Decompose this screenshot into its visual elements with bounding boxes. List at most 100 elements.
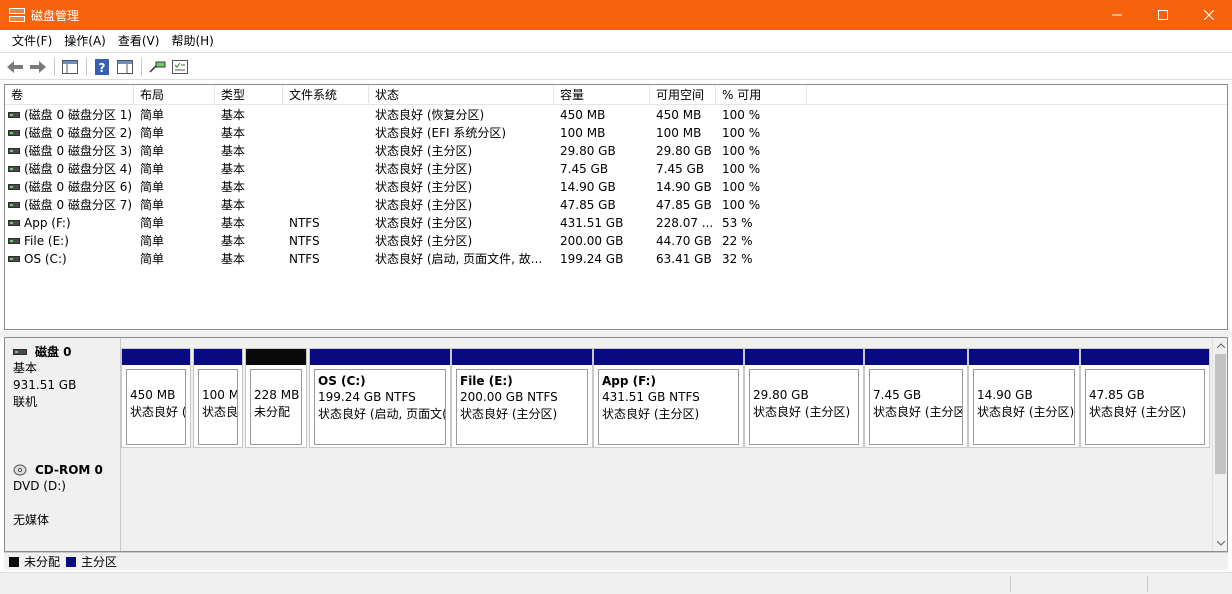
partition-status: 未分配 — [254, 405, 291, 419]
properties-icon — [117, 59, 133, 74]
cell-free-space: 14.90 GB — [656, 180, 712, 194]
disk-0-name: 磁盘 0 — [35, 345, 72, 359]
volume-row[interactable]: (磁盘 0 磁盘分区 6) 简单 基本 状态良好 (主分区) 14.90 GB 14.90… — [5, 178, 1227, 196]
cell-free-space: 44.70 GB — [656, 234, 712, 248]
scroll-up-button[interactable] — [1213, 338, 1227, 353]
cell-filesystem — [283, 124, 369, 142]
cell-free-space: 100 MB — [656, 126, 702, 140]
cell-percent-free: 22 % — [722, 234, 753, 248]
cell-layout: 简单 — [140, 180, 165, 194]
close-button[interactable] — [1186, 0, 1232, 30]
forward-icon — [30, 60, 46, 73]
volume-row[interactable]: (磁盘 0 磁盘分区 3) 简单 基本 状态良好 (主分区) 29.80 GB 29.80… — [5, 142, 1227, 160]
disk-0-type: 基本 — [13, 361, 38, 375]
forward-button[interactable] — [28, 57, 48, 77]
cell-free-space: 47.85 GB — [656, 198, 712, 212]
scroll-thumb[interactable] — [1215, 354, 1226, 474]
volume-row[interactable]: (磁盘 0 磁盘分区 4) 简单 基本 状态良好 (主分区) 7.45 GB 7.45 G… — [5, 160, 1227, 178]
cell-type: 基本 — [221, 180, 246, 194]
menu-view[interactable]: 查看(V) — [112, 30, 166, 53]
properties-button[interactable] — [115, 57, 135, 77]
volume-row[interactable]: OS (C:) 简单 基本 NTFS 状态良好 (启动, 页面文件, 故... 199.2… — [5, 250, 1227, 268]
disk-management-icon — [9, 8, 25, 22]
minimize-button[interactable] — [1094, 0, 1140, 30]
cell-percent-free: 100 % — [722, 144, 761, 158]
partition-block[interactable]: 47.85 GB 状态良好 (主分区) — [1080, 348, 1210, 448]
cell-status: 状态良好 (主分区) — [375, 144, 473, 158]
console-tree-button[interactable] — [60, 57, 80, 77]
volume-list[interactable]: 卷 布局 类型 文件系统 状态 容量 可用空间 % 可用 (磁盘 0 磁盘分区 … — [4, 84, 1228, 330]
cell-capacity: 14.90 GB — [560, 180, 616, 194]
column-percent-free[interactable]: % 可用 — [716, 85, 807, 105]
primary-partition-bar — [1081, 349, 1209, 365]
volume-row[interactable]: (磁盘 0 磁盘分区 1) 简单 基本 状态良好 (恢复分区) 450 MB 450 MB… — [5, 106, 1227, 124]
cell-filesystem — [283, 160, 369, 178]
column-free-space[interactable]: 可用空间 — [650, 85, 716, 105]
cell-type: 基本 — [221, 252, 246, 266]
chevron-down-icon — [1216, 541, 1225, 546]
partition-size: 199.24 GB NTFS — [318, 390, 416, 404]
column-layout[interactable]: 布局 — [134, 85, 215, 105]
cell-capacity: 199.24 GB — [560, 252, 624, 266]
volume-row[interactable]: File (E:) 简单 基本 NTFS 状态良好 (主分区) 200.00 GB 44.7… — [5, 232, 1227, 250]
volume-row[interactable]: (磁盘 0 磁盘分区 7) 简单 基本 状态良好 (主分区) 47.85 GB 47.85… — [5, 196, 1227, 214]
primary-partition-bar — [122, 349, 190, 365]
cell-layout: 简单 — [140, 144, 165, 158]
partition-title: OS (C:) — [318, 374, 366, 388]
partition-block[interactable]: 7.45 GB 状态良好 (主分区 — [864, 348, 968, 448]
partition-block[interactable]: 100 M 状态良 — [193, 348, 243, 448]
partition-block[interactable]: 450 MB 状态良好 ( — [121, 348, 191, 448]
cdrom-icon — [13, 464, 27, 476]
scroll-down-button[interactable] — [1213, 536, 1227, 551]
help-button[interactable]: ? — [92, 57, 112, 77]
disk-0-status: 联机 — [13, 395, 38, 409]
column-capacity[interactable]: 容量 — [554, 85, 650, 105]
partition-size: 431.51 GB NTFS — [602, 390, 700, 404]
partition-size: 228 MB — [254, 388, 300, 402]
cell-filesystem — [283, 178, 369, 196]
back-button[interactable] — [5, 57, 25, 77]
cdrom-0-label[interactable]: CD-ROM 0 DVD (D:) 无媒体 — [5, 456, 121, 551]
primary-partition-bar — [745, 349, 863, 365]
cell-free-space: 228.07 ... — [656, 216, 714, 230]
partition-block[interactable]: 228 MB 未分配 — [245, 348, 307, 448]
column-status[interactable]: 状态 — [369, 85, 554, 105]
menu-file[interactable]: 文件(F) — [6, 30, 58, 53]
disk-0-label[interactable]: 磁盘 0 基本 931.51 GB 联机 — [5, 338, 121, 456]
volume-row[interactable]: (磁盘 0 磁盘分区 2) 简单 基本 状态良好 (EFI 系统分区) 100 MB 10… — [5, 124, 1227, 142]
cell-percent-free: 100 % — [722, 108, 761, 122]
cell-type: 基本 — [221, 126, 246, 140]
partition-status: 状态良好 (主分区) — [460, 407, 558, 421]
partition-block[interactable]: OS (C:) 199.24 GB NTFS 状态良好 (启动, 页面文( — [309, 348, 451, 448]
partition-size: 100 M — [202, 388, 238, 402]
cell-capacity: 7.45 GB — [560, 162, 609, 176]
cell-capacity: 47.85 GB — [560, 198, 616, 212]
partition-block[interactable]: App (F:) 431.51 GB NTFS 状态良好 (主分区) — [593, 348, 744, 448]
partition-block[interactable]: 14.90 GB 状态良好 (主分区) — [968, 348, 1080, 448]
checklist-button[interactable] — [170, 57, 190, 77]
cell-layout: 简单 — [140, 126, 165, 140]
menu-action[interactable]: 操作(A) — [58, 30, 112, 53]
menu-help[interactable]: 帮助(H) — [165, 30, 219, 53]
partition-block[interactable]: File (E:) 200.00 GB NTFS 状态良好 (主分区) — [451, 348, 593, 448]
column-filesystem[interactable]: 文件系统 — [283, 85, 369, 105]
partition-status: 状态良好 (主分区 — [873, 405, 963, 419]
cell-percent-free: 100 % — [722, 180, 761, 194]
cell-filesystem — [283, 142, 369, 160]
volume-row[interactable]: App (F:) 简单 基本 NTFS 状态良好 (主分区) 431.51 GB 228.0… — [5, 214, 1227, 232]
column-type[interactable]: 类型 — [215, 85, 283, 105]
cell-volume: (磁盘 0 磁盘分区 7) — [5, 196, 134, 214]
vertical-scrollbar[interactable] — [1212, 338, 1227, 551]
rescan-button[interactable] — [147, 57, 167, 77]
console-tree-icon — [62, 59, 78, 74]
disk-graphical-view: 磁盘 0 基本 931.51 GB 联机 450 MB 状态良好 (100 M 状态… — [4, 337, 1228, 552]
cell-percent-free: 100 % — [722, 162, 761, 176]
volume-icon — [8, 255, 20, 262]
partition-status: 状态良好 (主分区) — [602, 407, 700, 421]
cell-status: 状态良好 (主分区) — [375, 198, 473, 212]
maximize-button[interactable] — [1140, 0, 1186, 30]
partition-block[interactable]: 29.80 GB 状态良好 (主分区) — [744, 348, 864, 448]
column-volume[interactable]: 卷 — [5, 85, 134, 105]
cell-type: 基本 — [221, 198, 246, 212]
cell-type: 基本 — [221, 162, 246, 176]
